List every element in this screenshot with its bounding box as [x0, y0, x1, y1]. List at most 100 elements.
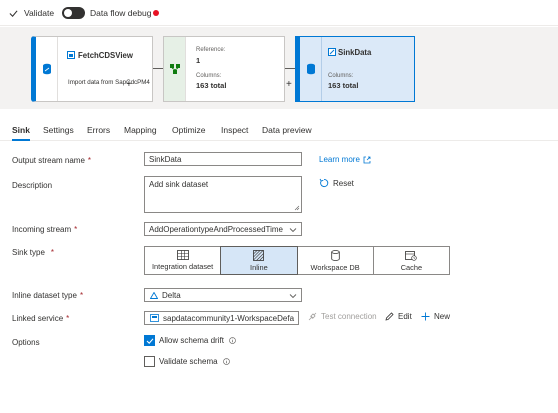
sink-type-inline[interactable]: Inline	[220, 246, 298, 275]
delta-icon	[150, 292, 158, 299]
tab-inspect[interactable]: Inspect	[221, 125, 248, 135]
sink-type-cache[interactable]: Cache	[372, 246, 450, 275]
transform-columns-value: 163 total	[196, 81, 227, 90]
incoming-stream-select[interactable]: AddOperationtypeAndProcessedTime	[144, 222, 302, 236]
linked-service-label-text: Linked service	[12, 314, 64, 323]
add-after-transform-plus[interactable]: +	[286, 79, 292, 90]
inline-dataset-type-label: Inline dataset type *	[12, 291, 83, 300]
sink-node-icon-column	[300, 37, 322, 101]
resize-grip-icon[interactable]	[294, 205, 300, 211]
description-textarea[interactable]: Add sink dataset	[144, 176, 302, 213]
validate-schema-row: Validate schema	[144, 356, 230, 367]
debug-status-dot	[153, 10, 159, 16]
workspace-icon	[150, 314, 159, 322]
chevron-down-icon	[289, 294, 297, 299]
inline-dataset-type-label-text: Inline dataset type	[12, 291, 77, 300]
allow-schema-drift-row: Allow schema drift	[144, 335, 236, 346]
validate-schema-checkbox[interactable]	[144, 356, 155, 367]
output-stream-name-input[interactable]: SinkData	[144, 152, 302, 166]
sink-type-icon	[328, 48, 336, 56]
learn-more-label: Learn more	[319, 155, 360, 164]
transform-icon	[169, 64, 180, 74]
reference-value: 1	[196, 56, 201, 65]
incoming-stream-label: Incoming stream *	[12, 225, 77, 234]
required-asterisk: *	[74, 225, 78, 234]
required-asterisk: *	[87, 156, 92, 165]
sink-database-icon	[306, 63, 315, 75]
sink-type-option-label: Workspace DB	[310, 262, 360, 272]
output-stream-name-label: Output stream name *	[12, 156, 91, 165]
sink-node-title: SinkData	[338, 48, 372, 57]
description-value: Add sink dataset	[149, 180, 209, 189]
required-asterisk: *	[79, 291, 84, 300]
test-connection-button[interactable]: Test connection	[308, 312, 377, 321]
database-icon	[330, 249, 340, 261]
linked-service-value: sapdatacommunity1-WorkspaceDefa	[163, 314, 295, 323]
validate-schema-label: Validate schema	[159, 357, 218, 366]
new-linked-service-button[interactable]: New	[421, 312, 450, 321]
inline-dataset-type-select[interactable]: Delta	[144, 288, 302, 302]
chevron-down-icon	[289, 228, 297, 233]
validate-button[interactable]: Validate	[9, 8, 54, 18]
tab-mapping[interactable]: Mapping	[124, 125, 157, 135]
allow-schema-drift-label: Allow schema drift	[159, 336, 224, 345]
tab-bar: Sink Settings Errors Mapping Optimize In…	[0, 119, 558, 141]
inline-dataset-type-value: Delta	[162, 291, 181, 300]
checkmark-icon	[9, 9, 18, 17]
sink-columns-value: 163 total	[328, 81, 359, 90]
options-label: Options	[12, 338, 40, 347]
tab-settings[interactable]: Settings	[43, 125, 74, 135]
sink-type-workspace-db[interactable]: Workspace DB	[296, 246, 374, 275]
allow-schema-drift-checkbox[interactable]	[144, 335, 155, 346]
validate-label: Validate	[24, 8, 55, 18]
checkmark-icon	[146, 337, 153, 344]
edit-linked-service-button[interactable]: Edit	[385, 312, 412, 321]
description-label: Description	[12, 181, 53, 190]
source-node-icon-column	[36, 37, 58, 101]
dataflow-canvas[interactable]: FetchCDSView Import data from SapCdcPM4 …	[0, 27, 558, 109]
plug-icon	[308, 312, 317, 321]
cache-icon	[405, 250, 418, 261]
plus-icon	[421, 312, 430, 321]
transform-columns-label: Columns:	[196, 73, 222, 79]
sink-type-integration-dataset[interactable]: Integration dataset	[144, 246, 222, 275]
pencil-icon	[385, 312, 394, 321]
test-connection-label: Test connection	[321, 312, 377, 321]
transform-node-icon-column	[164, 37, 186, 101]
tab-optimize[interactable]: Optimize	[172, 125, 206, 135]
new-label: New	[434, 312, 451, 321]
sink-type-label-text: Sink type	[12, 248, 45, 257]
required-asterisk: *	[50, 248, 55, 257]
tab-data-preview[interactable]: Data preview	[262, 125, 312, 135]
source-node-title: FetchCDSView	[78, 51, 133, 60]
sink-columns-label: Columns:	[328, 73, 354, 79]
table-icon	[176, 250, 189, 260]
source-type-icon	[67, 51, 75, 59]
linked-service-label: Linked service *	[12, 314, 69, 323]
info-icon[interactable]	[229, 337, 236, 344]
reset-label: Reset	[333, 178, 354, 188]
output-stream-name-label-text: Output stream name	[12, 156, 85, 165]
reference-label: Reference:	[196, 47, 226, 53]
required-asterisk: *	[66, 314, 70, 323]
sink-type-label: Sink type *	[12, 248, 54, 257]
reset-button[interactable]: Reset	[319, 178, 354, 188]
sink-type-selector: Integration dataset Inline Workspace DB …	[144, 246, 450, 275]
add-after-source-plus[interactable]: +	[126, 79, 132, 90]
tab-sink[interactable]: Sink	[12, 125, 30, 141]
info-icon[interactable]	[222, 358, 230, 365]
connector-line	[153, 68, 163, 69]
source-node-description: Import data from SapCdcPM4	[68, 79, 150, 86]
source-node[interactable]: FetchCDSView Import data from SapCdcPM4	[31, 36, 153, 102]
sink-type-option-label: Cache	[400, 262, 423, 272]
linked-service-select[interactable]: sapdatacommunity1-WorkspaceDefa	[144, 311, 299, 325]
data-flow-debug-toggle[interactable]	[62, 7, 85, 19]
transform-node[interactable]: Reference: 1 Columns: 163 total	[163, 36, 285, 102]
learn-more-link[interactable]: Learn more	[319, 155, 371, 164]
connector-line	[285, 68, 295, 69]
sink-node[interactable]: SinkData Columns: 163 total	[295, 36, 415, 102]
reset-icon	[319, 178, 329, 188]
tab-errors[interactable]: Errors	[87, 125, 110, 135]
sink-type-option-label: Integration dataset	[152, 262, 214, 271]
edit-label: Edit	[398, 312, 412, 321]
